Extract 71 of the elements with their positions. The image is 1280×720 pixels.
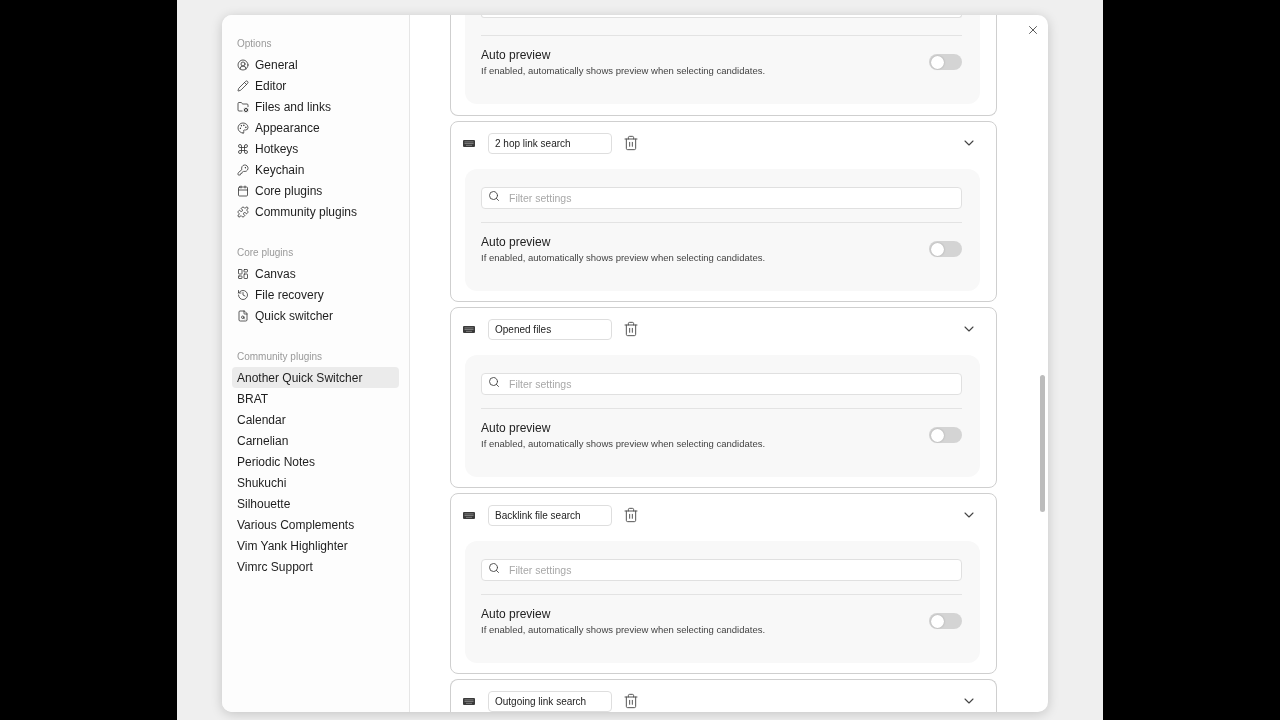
pencil-icon — [237, 79, 249, 92]
sidebar-item[interactable]: Various Complements — [232, 514, 399, 535]
sidebar-item[interactable]: Quick switcher — [232, 305, 399, 326]
keyboard-icon — [463, 697, 475, 705]
calendar-icon — [237, 184, 249, 197]
sidebar-item[interactable]: BRAT — [232, 388, 399, 409]
sidebar-item[interactable]: Another Quick Switcher — [232, 367, 399, 388]
section-heading: Core plugins — [237, 246, 294, 260]
sidebar-item[interactable]: Hotkeys — [232, 138, 399, 159]
delete-button[interactable] — [623, 321, 639, 337]
keyboard-icon — [463, 139, 475, 147]
sidebar-item[interactable]: Vimrc Support — [232, 556, 399, 577]
section-heading: Community plugins — [237, 350, 323, 364]
setting-title: Auto preview — [481, 234, 552, 250]
filter-field[interactable]: Filter settings — [481, 187, 962, 209]
key-icon — [237, 163, 249, 176]
sidebar-item[interactable]: Core plugins — [232, 180, 399, 201]
search-icon — [488, 562, 500, 574]
sidebar-item[interactable]: File recovery — [232, 284, 399, 305]
toggle-switch[interactable] — [929, 427, 962, 443]
sidebar-item[interactable]: Carnelian — [232, 430, 399, 451]
dashboard-grid-icon — [237, 267, 249, 280]
sidebar-item[interactable]: Editor — [232, 75, 399, 96]
close-icon — [1026, 23, 1040, 37]
sidebar-item[interactable]: Keychain — [232, 159, 399, 180]
sidebar-item[interactable]: Files and links — [232, 96, 399, 117]
sidebar-item[interactable]: Appearance — [232, 117, 399, 138]
sidebar-item[interactable]: Shukuchi — [232, 472, 399, 493]
setting-description: If enabled, automatically shows preview when selecting candidates. — [481, 65, 766, 77]
search-icon — [488, 190, 500, 202]
command-key-icon — [237, 142, 249, 155]
trash-icon — [623, 135, 639, 151]
section-heading: Options — [237, 37, 272, 51]
trash-icon — [623, 321, 639, 337]
palette-icon — [237, 121, 249, 134]
sidebar-item[interactable]: Calendar — [232, 409, 399, 430]
sidebar-item[interactable]: General — [232, 54, 399, 75]
setting-title: Auto preview — [481, 420, 552, 436]
sidebar-item[interactable]: Silhouette — [232, 493, 399, 514]
keyboard-icon — [463, 511, 475, 519]
setting-description: If enabled, automatically shows preview when selecting candidates. — [481, 624, 766, 636]
search-icon — [488, 376, 500, 388]
history-icon — [237, 288, 249, 301]
filter-field[interactable]: Filter settings — [481, 559, 962, 581]
sidebar-item[interactable]: Periodic Notes — [232, 451, 399, 472]
delete-button[interactable] — [623, 135, 639, 151]
delete-button[interactable] — [623, 507, 639, 523]
name-field[interactable]: Backlink file search — [488, 504, 612, 526]
puzzle-icon — [237, 205, 249, 218]
person-circle-icon — [237, 58, 249, 71]
file-search-icon — [237, 309, 249, 322]
setting-description: If enabled, automatically shows preview when selecting candidates. — [481, 438, 766, 450]
filter-field[interactable]: Filter settings — [481, 373, 962, 395]
name-field[interactable]: 2 hop link search — [488, 132, 612, 154]
keyboard-icon — [463, 325, 475, 333]
setting-title: Auto preview — [481, 47, 552, 63]
delete-button[interactable] — [623, 693, 639, 709]
trash-icon — [623, 507, 639, 523]
sidebar-item[interactable]: Vim Yank Highlighter — [232, 535, 399, 556]
sidebar-item[interactable]: Canvas — [232, 263, 399, 284]
toggle-switch[interactable] — [929, 613, 962, 629]
toggle-switch[interactable] — [929, 241, 962, 257]
folder-gear-icon — [237, 100, 249, 113]
sidebar-item[interactable]: Community plugins — [232, 201, 399, 222]
toggle-switch[interactable] — [929, 54, 962, 70]
name-field[interactable]: Outgoing link search — [488, 690, 612, 712]
name-field[interactable]: Opened files — [488, 318, 612, 340]
scrollbar-thumb[interactable] — [1040, 375, 1045, 512]
setting-description: If enabled, automatically shows preview when selecting candidates. — [481, 252, 766, 264]
setting-title: Auto preview — [481, 606, 552, 622]
trash-icon — [623, 693, 639, 709]
